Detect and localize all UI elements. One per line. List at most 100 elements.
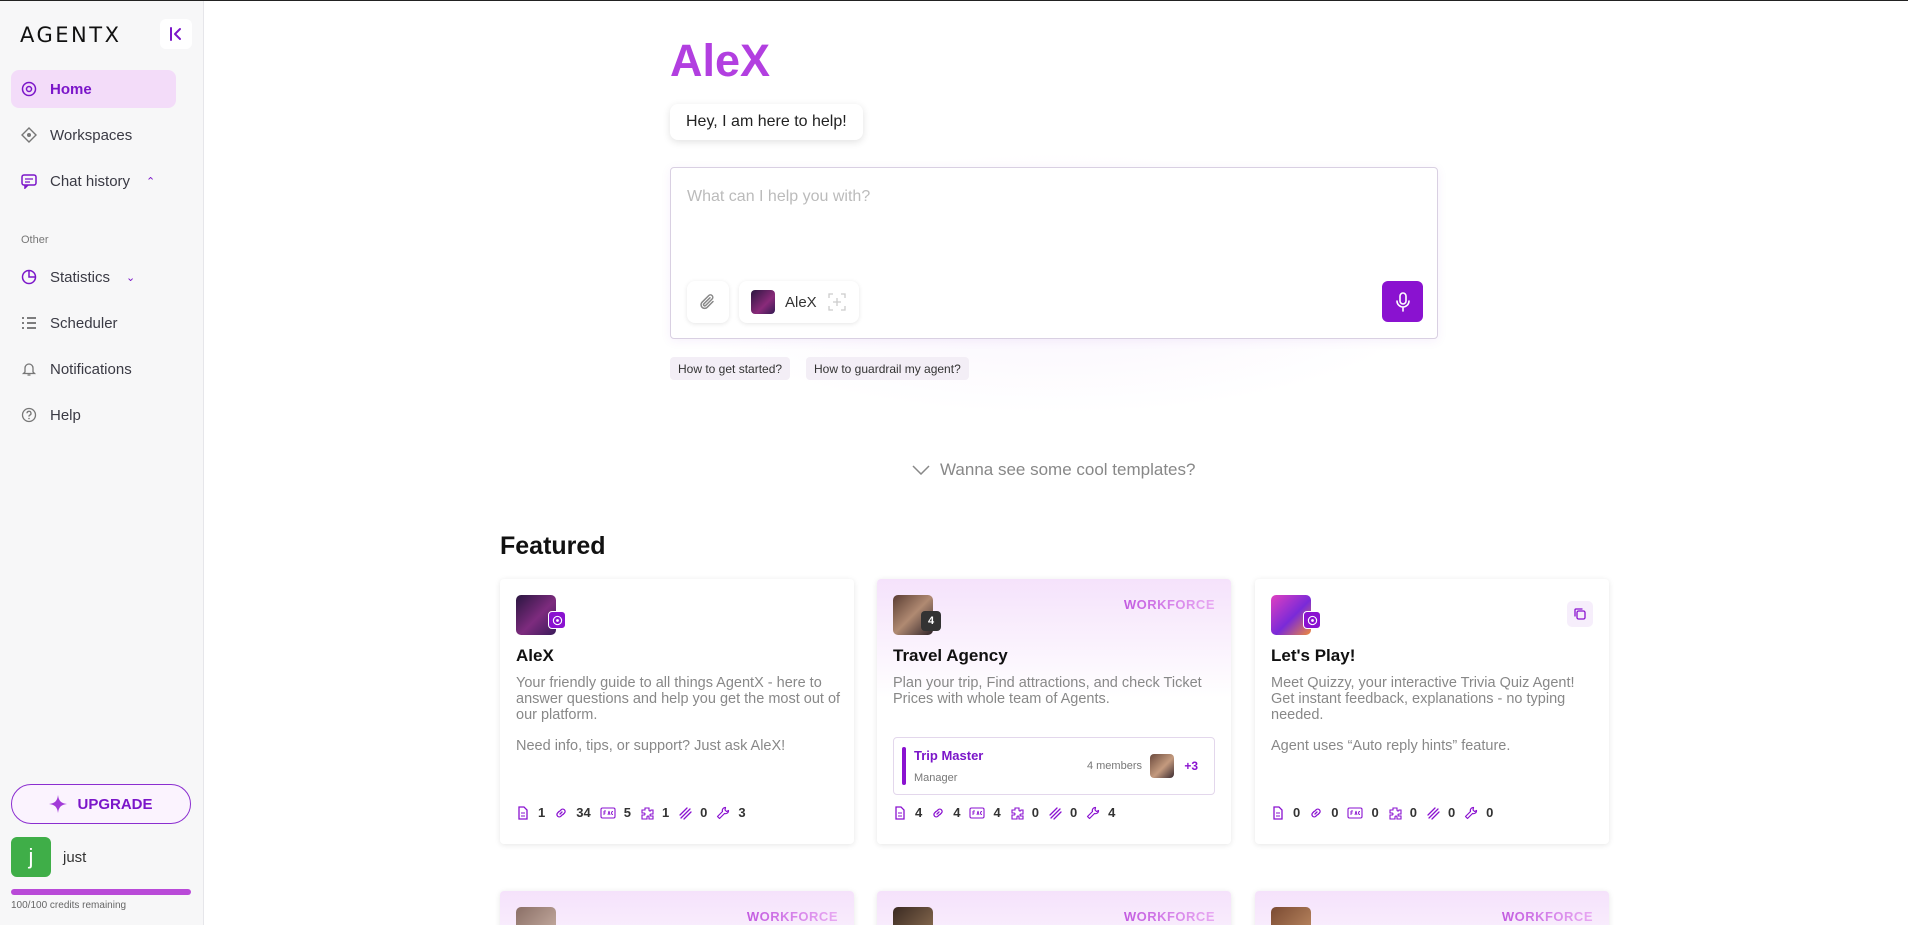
agent-card-workforce[interactable]: WORKFORCE [877, 891, 1231, 925]
agent-avatar [516, 907, 556, 925]
team-manager-name: Trip Master [914, 748, 984, 763]
paperclip-icon [700, 294, 714, 310]
card-description: Plan your trip, Find attractions, and ch… [893, 675, 1202, 707]
greeting-bubble: Hey, I am here to help! [670, 104, 863, 140]
faq-icon [1347, 806, 1364, 819]
bell-icon [21, 361, 37, 377]
sidebar: AGENTX Home Workspaces Chat history ⌃ Ot… [0, 1, 204, 925]
app-logo: AGENTX [20, 23, 122, 47]
agent-card-workforce[interactable]: WORKFORCE [1255, 891, 1609, 925]
stat-faqs: 4 [993, 805, 1001, 820]
copy-button[interactable] [1567, 601, 1593, 627]
stat-tools: 0 [1486, 805, 1494, 820]
faq-icon [600, 806, 616, 819]
copy-icon [1574, 608, 1586, 620]
sidebar-item-chat-history[interactable]: Chat history ⌃ [11, 162, 176, 200]
team-accent-bar [902, 747, 906, 785]
credits-remaining-text: 100/100 credits remaining [11, 900, 127, 911]
faq-icon [969, 806, 986, 819]
wrench-icon [717, 806, 730, 819]
card-description: Your friendly guide to all things AgentX… [516, 675, 841, 723]
document-icon [518, 805, 528, 820]
chat-history-icon [21, 173, 37, 189]
workforce-tag: WORKFORCE [1501, 909, 1593, 924]
link-icon [556, 808, 566, 817]
microphone-icon [1395, 291, 1410, 312]
chevron-down-icon [912, 465, 930, 475]
stat-tools: 4 [1108, 805, 1116, 820]
credits-progress-bar [11, 889, 191, 895]
page-title: AleX [670, 35, 771, 86]
sidebar-item-notifications[interactable]: Notifications [11, 350, 176, 388]
agent-card-workforce[interactable]: WORKFORCE [500, 891, 854, 925]
chat-composer: AleX [670, 167, 1438, 339]
openai-badge-icon [1303, 611, 1321, 629]
upgrade-label: UPGRADE [77, 795, 153, 813]
sidebar-item-label: Help [50, 406, 81, 424]
user-name: just [63, 848, 87, 866]
agent-avatar [893, 907, 933, 925]
stat-links: 34 [576, 805, 591, 820]
stat-documents: 0 [1293, 805, 1301, 820]
stat-faqs: 0 [1371, 805, 1379, 820]
sidebar-item-label: Scheduler [50, 314, 118, 332]
agent-card-lets-play[interactable]: Let's Play! Meet Quizzy, your interactiv… [1255, 579, 1609, 844]
tuning-icon [1427, 806, 1440, 820]
collapse-sidebar-button[interactable] [160, 19, 192, 49]
attach-button[interactable] [687, 281, 729, 323]
agent-selector[interactable]: AleX [739, 281, 859, 323]
card-title: AleX [516, 646, 554, 665]
tuning-icon [1049, 806, 1062, 820]
stat-links: 0 [1331, 805, 1339, 820]
user-profile[interactable]: j just [11, 837, 86, 877]
add-agent-icon[interactable] [827, 292, 847, 312]
card-title: Let's Play! [1271, 646, 1356, 665]
sidebar-item-workspaces[interactable]: Workspaces [11, 116, 176, 154]
stat-plugins: 0 [1409, 805, 1417, 820]
chevron-up-icon[interactable]: ⌃ [146, 175, 155, 188]
card-title: Travel Agency [893, 646, 1008, 665]
card-stats: 1 34 5 1 0 3 [516, 805, 746, 820]
stat-plugins: 0 [1031, 805, 1039, 820]
avatar: j [11, 837, 51, 877]
sidebar-item-home[interactable]: Home [11, 70, 176, 108]
link-icon [933, 808, 943, 817]
chat-input[interactable] [687, 188, 1407, 228]
document-icon [1273, 805, 1283, 820]
workforce-tag: WORKFORCE [1123, 597, 1215, 612]
suggestion-chip[interactable]: How to get started? [670, 357, 791, 380]
upgrade-button[interactable]: UPGRADE [11, 784, 191, 824]
stat-links: 4 [953, 805, 961, 820]
suggestion-chip[interactable]: How to guardrail my agent? [806, 357, 969, 380]
workforce-tag: WORKFORCE [746, 909, 838, 924]
team-manager-box: Trip Master Manager 4 members +3 [893, 737, 1215, 795]
stat-tunings: 0 [700, 805, 708, 820]
chevron-down-icon[interactable]: ⌄ [126, 271, 135, 284]
agent-card-alex[interactable]: AleX Your friendly guide to all things A… [500, 579, 854, 844]
sidebar-item-scheduler[interactable]: Scheduler [11, 304, 176, 342]
stat-plugins: 1 [661, 805, 670, 820]
sidebar-item-statistics[interactable]: Statistics ⌄ [11, 258, 176, 296]
sidebar-item-label: Workspaces [50, 126, 133, 144]
plugin-icon [1011, 806, 1024, 820]
templates-toggle[interactable]: Wanna see some cool templates? [912, 460, 1195, 480]
document-icon [895, 805, 905, 820]
workspaces-icon [21, 127, 37, 143]
voice-input-button[interactable] [1382, 281, 1423, 322]
agent-card-travel-agency[interactable]: WORKFORCE 4 Travel Agency Plan your trip… [877, 579, 1231, 844]
sidebar-item-label: Notifications [50, 360, 132, 378]
scheduler-icon [21, 315, 37, 331]
agent-avatar [1271, 907, 1311, 925]
stat-tunings: 0 [1069, 805, 1078, 820]
stat-faqs: 5 [623, 805, 631, 820]
card-extra: Agent uses “Auto reply hints” feature. [1271, 738, 1511, 754]
help-icon [21, 407, 37, 423]
stat-tunings: 0 [1447, 805, 1456, 820]
wrench-icon [1087, 806, 1100, 819]
team-manager-role: Manager [914, 772, 958, 784]
sidebar-item-label: Statistics [50, 268, 111, 286]
featured-heading: Featured [500, 532, 606, 560]
statistics-icon [21, 269, 37, 285]
sidebar-item-help[interactable]: Help [11, 396, 176, 434]
home-icon [21, 81, 37, 97]
